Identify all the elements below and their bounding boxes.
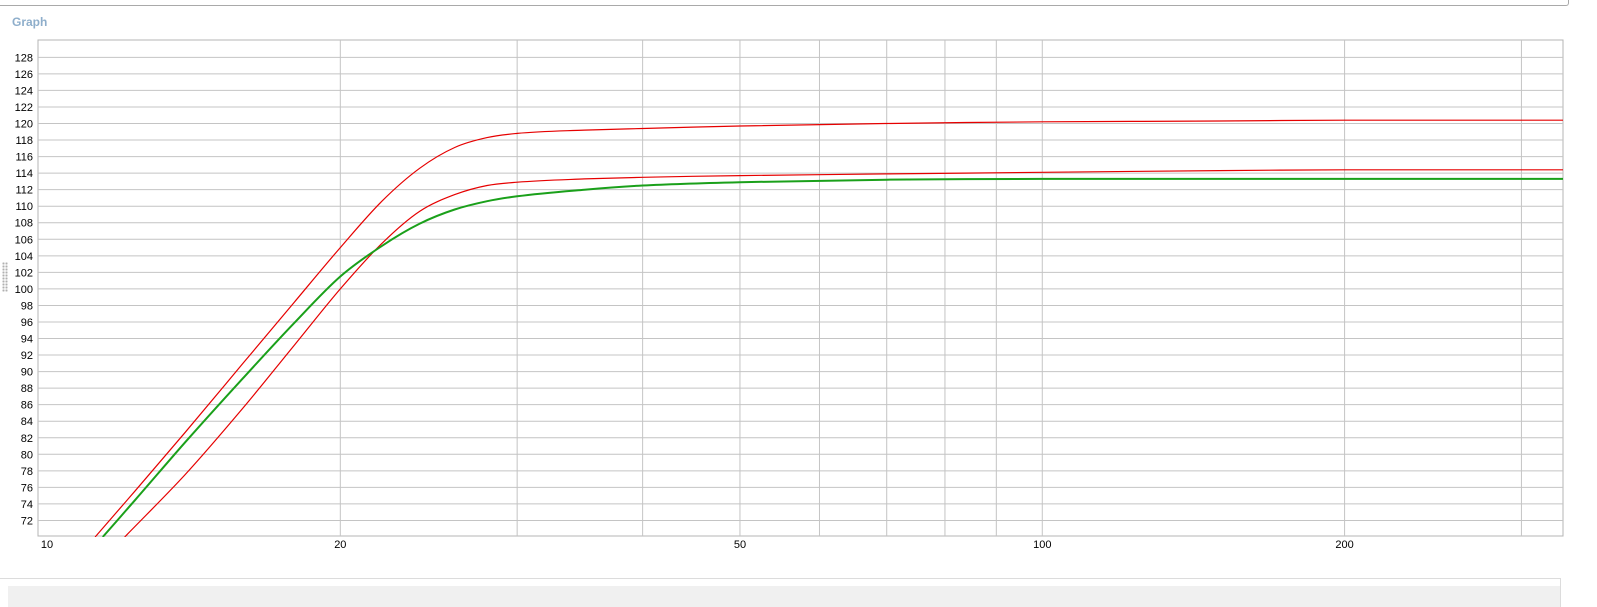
- y-tick-label: 108: [15, 218, 33, 230]
- y-tick-label: 90: [21, 367, 33, 379]
- y-tick-label: 94: [21, 334, 33, 346]
- x-tick-label: 50: [734, 539, 746, 551]
- y-tick-label: 126: [15, 69, 33, 81]
- y-tick-label: 102: [15, 267, 33, 279]
- x-tick-label: 20: [334, 539, 346, 551]
- y-tick-label: 72: [21, 515, 33, 527]
- y-tick-label: 92: [21, 350, 33, 362]
- y-tick-label: 104: [15, 251, 33, 263]
- x-tick-label: 200: [1335, 539, 1353, 551]
- y-tick-label: 128: [15, 52, 33, 64]
- y-tick-label: 78: [21, 466, 33, 478]
- y-tick-label: 118: [15, 135, 33, 147]
- y-tick-label: 114: [15, 168, 33, 180]
- y-tick-label: 96: [21, 317, 33, 329]
- y-tick-label: 122: [15, 102, 33, 114]
- y-tick-label: 106: [15, 234, 33, 246]
- y-tick-label: 74: [21, 499, 33, 511]
- y-tick-label: 112: [15, 185, 33, 197]
- y-tick-label: 110: [15, 201, 33, 213]
- y-axis-tick-labels: 72 74 76 78 80 82 84 86 88 90 92 94 96 98 100 102 104 106…: [15, 52, 33, 527]
- y-tick-label: 116: [15, 152, 33, 164]
- bottom-panel-content: [8, 586, 1560, 607]
- bottom-panel: [0, 578, 1561, 607]
- x-axis-tick-labels: 10 20 50 100 200: [41, 539, 1354, 551]
- y-tick-label: 86: [21, 400, 33, 412]
- y-tick-label: 80: [21, 449, 33, 461]
- y-tick-label: 124: [15, 85, 33, 97]
- y-tick-label: 82: [21, 433, 33, 445]
- y-tick-label: 100: [15, 284, 33, 296]
- x-tick-label: 100: [1033, 539, 1051, 551]
- y-tick-label: 120: [15, 119, 33, 131]
- y-tick-label: 88: [21, 383, 33, 395]
- line-chart: 72 74 76 78 80 82 84 86 88 90 92 94 96 98 100 102 104 106…: [15, 39, 1564, 551]
- y-tick-label: 76: [21, 482, 33, 494]
- y-tick-label: 98: [21, 300, 33, 312]
- x-tick-label: 10: [41, 539, 53, 551]
- plot-area: [37, 39, 1564, 537]
- y-tick-label: 84: [21, 416, 33, 428]
